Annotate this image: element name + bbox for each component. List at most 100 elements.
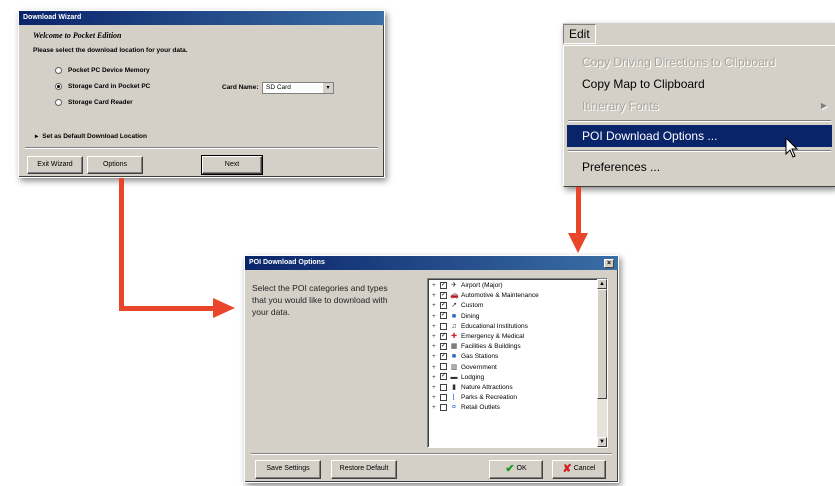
radio-label: Pocket PC Device Memory (68, 67, 150, 75)
next-button[interactable]: Next (201, 155, 263, 175)
default-location-option[interactable]: ▸ Set as Default Download Location (35, 132, 147, 140)
category-icon: ▦ (450, 343, 458, 351)
scroll-down-icon[interactable]: ▼ (597, 437, 607, 447)
category-label: Government (461, 363, 497, 371)
menu-item-itinerary-fonts[interactable]: Itinerary Fonts ▶ (564, 95, 835, 117)
category-label: Lodging (461, 373, 485, 381)
poi-category-row[interactable]: + ✓ ✈ Airport (Major) (428, 281, 597, 291)
scroll-up-icon[interactable]: ▲ (597, 279, 607, 289)
close-icon[interactable]: × (604, 259, 614, 268)
expand-plus-icon[interactable]: + (432, 281, 440, 291)
radio-label: Storage Card Reader (68, 99, 133, 107)
category-icon: ⌊ (452, 394, 456, 402)
options-button[interactable]: Options (87, 156, 143, 174)
ok-button[interactable]: ✔ OK (489, 460, 543, 479)
expand-plus-icon[interactable]: + (432, 373, 440, 383)
restore-default-button[interactable]: Restore Default (331, 460, 397, 479)
card-name-select[interactable]: SD Card ▾ (262, 82, 334, 94)
radio-storage-card[interactable]: Storage Card in Pocket PC (55, 83, 150, 90)
category-checkbox[interactable]: ✓ (440, 353, 447, 361)
edit-menu-title[interactable]: Edit (563, 24, 596, 44)
expand-plus-icon[interactable]: + (432, 403, 440, 413)
poi-category-row[interactable]: + ✓ ▬ Lodging (428, 373, 597, 383)
poi-category-tree[interactable]: + ✓ ✈ Airport (Major) + ✓ 🚗 Automotive & Mainte… (427, 278, 608, 448)
category-checkbox[interactable]: ✓ (440, 302, 447, 310)
category-label: Parks & Recreation (461, 394, 517, 402)
expand-plus-icon[interactable]: + (432, 393, 440, 403)
tree-scrollbar[interactable]: ▲ ▼ (597, 279, 607, 447)
card-name-value: SD Card (266, 84, 291, 91)
poi-category-row[interactable]: + ¤ Retail Outlets (428, 403, 597, 413)
download-wizard-window: Download Wizard Welcome to Pocket Editio… (18, 10, 385, 178)
save-settings-button[interactable]: Save Settings (255, 460, 321, 479)
arrow-wizard-vertical (119, 178, 124, 311)
category-icon: ✚ (451, 332, 457, 340)
wizard-heading: Welcome to Pocket Edition (33, 31, 122, 40)
category-checkbox[interactable]: ✓ (440, 373, 447, 381)
poi-category-row[interactable]: + ▥ Government (428, 363, 597, 373)
category-icon: ▥ (450, 363, 458, 371)
category-checkbox[interactable]: ✓ (440, 281, 447, 289)
radio-device-memory[interactable]: Pocket PC Device Memory (55, 67, 150, 74)
radio-card-reader[interactable]: Storage Card Reader (55, 99, 133, 106)
poi-category-row[interactable]: + ✓ ▦ Facilities & Buildings (428, 342, 597, 352)
expand-plus-icon[interactable]: + (432, 301, 440, 311)
expand-plus-icon[interactable]: + (432, 312, 440, 322)
radio-button[interactable] (55, 67, 62, 74)
exit-wizard-button[interactable]: Exit Wizard (27, 156, 83, 174)
category-checkbox[interactable] (440, 393, 447, 401)
expand-plus-icon[interactable]: + (432, 383, 440, 393)
category-checkbox[interactable]: ✓ (440, 291, 447, 299)
category-checkbox[interactable]: ✓ (440, 312, 447, 320)
category-label: Nature Attractions (461, 383, 513, 391)
poi-category-row[interactable]: + ✓ ✚ Emergency & Medical (428, 332, 597, 342)
expand-plus-icon[interactable]: + (432, 291, 440, 301)
poi-category-row[interactable]: + ✓ 🚗 Automotive & Maintenance (428, 291, 597, 301)
category-checkbox[interactable]: ✓ (440, 332, 447, 340)
category-checkbox[interactable] (440, 383, 447, 391)
poi-instructions: Select the POI categories and types that… (252, 283, 388, 317)
poi-dialog-titlebar: POI Download Options (245, 256, 618, 270)
expand-plus-icon[interactable]: + (432, 332, 440, 342)
poi-download-options-dialog: POI Download Options × Select the POI ca… (244, 255, 619, 483)
menu-item-label: POI Download Options ... (582, 129, 718, 143)
category-label: Airport (Major) (461, 282, 503, 289)
card-name-label: Card Name: (222, 84, 259, 91)
category-icon: ■ (451, 353, 457, 361)
poi-category-row[interactable]: + ✓ ■ Dining (428, 312, 597, 322)
expand-plus-icon[interactable]: + (432, 322, 440, 332)
category-label: Emergency & Medical (461, 332, 525, 340)
cancel-button[interactable]: ✘ Cancel (552, 460, 606, 479)
arrow-head-right-icon (213, 298, 235, 318)
wizard-titlebar: Download Wizard (19, 11, 384, 25)
expand-plus-icon[interactable]: + (432, 363, 440, 373)
wizard-prompt: Please select the download location for … (33, 47, 188, 54)
poi-category-row[interactable]: + ♫ Educational Institutions (428, 322, 597, 332)
menu-bar: Edit (563, 23, 835, 45)
menu-item-copy-map[interactable]: Copy Map to Clipboard (564, 73, 835, 95)
category-label: Automotive & Maintenance (461, 292, 539, 300)
poi-category-row[interactable]: + ▮ Nature Attractions (428, 383, 597, 393)
category-label: Retail Outlets (461, 404, 501, 412)
category-checkbox[interactable] (440, 322, 447, 330)
poi-category-list: + ✓ ✈ Airport (Major) + ✓ 🚗 Automotive & Mainte… (428, 281, 597, 413)
radio-label: Storage Card in Pocket PC (68, 83, 151, 91)
poi-category-row[interactable]: + ✓ ↗ Custom (428, 301, 597, 311)
menu-separator (568, 120, 831, 122)
radio-button-selected[interactable] (55, 83, 62, 90)
category-icon: ▮ (452, 383, 456, 391)
dropdown-arrow-icon[interactable]: ▾ (323, 83, 333, 93)
expand-plus-icon[interactable]: + (432, 342, 440, 352)
menu-item-copy-directions[interactable]: Copy Driving Directions to Clipboard (564, 51, 835, 73)
default-location-label: Set as Default Download Location (42, 133, 147, 140)
poi-category-row[interactable]: + ✓ ■ Gas Stations (428, 352, 597, 362)
poi-category-row[interactable]: + ⌊ Parks & Recreation (428, 393, 597, 403)
arrow-head-down-icon (568, 233, 588, 253)
scroll-thumb[interactable] (597, 289, 607, 399)
category-checkbox[interactable] (440, 363, 447, 371)
arrow-wizard-horizontal (119, 306, 218, 311)
expand-plus-icon[interactable]: + (432, 352, 440, 362)
category-checkbox[interactable]: ✓ (440, 342, 447, 350)
category-checkbox[interactable] (440, 404, 447, 412)
radio-button[interactable] (55, 99, 62, 106)
